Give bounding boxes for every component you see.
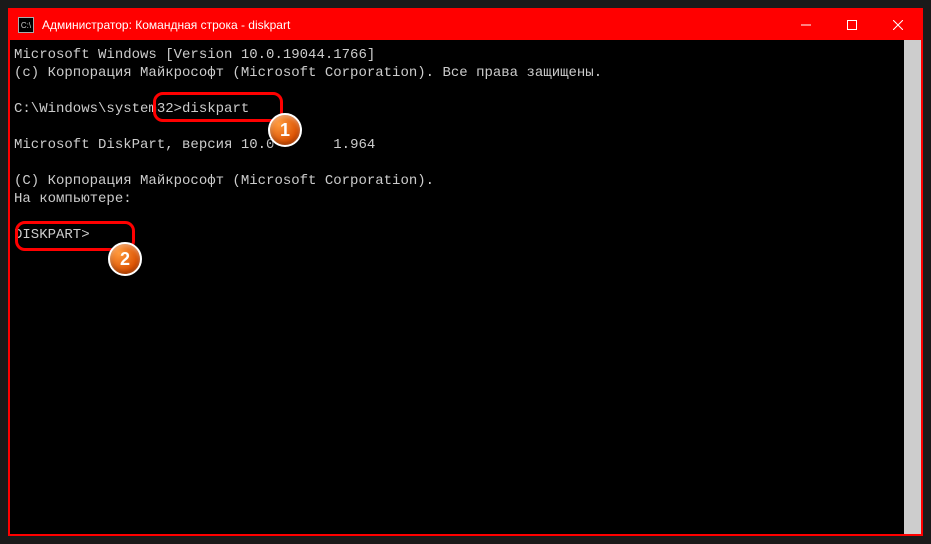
out-line: На компьютере: — [14, 191, 132, 207]
cmd-window: C:\ Администратор: Командная строка - di… — [8, 8, 923, 536]
close-button[interactable] — [875, 10, 921, 40]
cmd-icon: C:\ — [18, 17, 34, 33]
vertical-scrollbar[interactable] — [904, 40, 921, 534]
terminal-output[interactable]: Microsoft Windows [Version 10.0.19044.17… — [10, 40, 904, 534]
minimize-button[interactable] — [783, 10, 829, 40]
typed-command: diskpart — [182, 101, 249, 117]
out-line: Microsoft Windows [Version 10.0.19044.17… — [14, 47, 375, 63]
out-line: (c) Корпорация Майкрософт (Microsoft Cor… — [14, 65, 602, 81]
out-line: Microsoft DiskPart, версия 10.0 — [14, 137, 274, 153]
diskpart-prompt: DISKPART> — [14, 227, 90, 243]
out-line: 1.964 — [333, 137, 375, 153]
scrollbar-thumb[interactable] — [904, 40, 921, 534]
maximize-button[interactable] — [829, 10, 875, 40]
titlebar[interactable]: C:\ Администратор: Командная строка - di… — [10, 10, 921, 40]
out-line: (C) Корпорация Майкрософт (Microsoft Cor… — [14, 173, 434, 189]
window-title: Администратор: Командная строка - diskpa… — [42, 18, 290, 32]
prompt-path: C:\Windows\system32> — [14, 101, 182, 117]
content-area: Microsoft Windows [Version 10.0.19044.17… — [10, 40, 921, 534]
